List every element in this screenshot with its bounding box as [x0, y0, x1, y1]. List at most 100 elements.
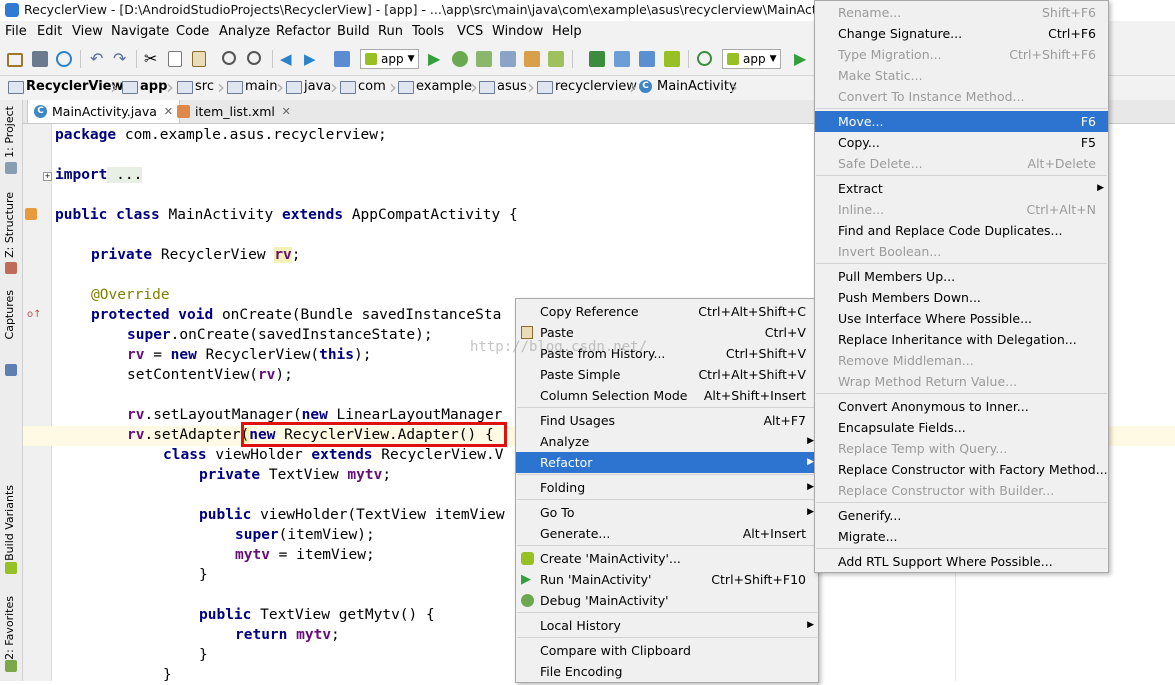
menu-build[interactable]: Build — [337, 24, 370, 39]
menu-generify[interactable]: Generify... — [815, 505, 1108, 526]
tool-tab-favorites[interactable]: 2: Favorites — [3, 596, 19, 660]
breadcrumb-example[interactable]: example — [398, 79, 472, 97]
menu-replace-ctor-builder[interactable]: Replace Constructor with Builder... — [815, 480, 1108, 501]
menu-push-members-down[interactable]: Push Members Down... — [815, 287, 1108, 308]
menu-safe-delete[interactable]: Safe Delete... Alt+Delete — [815, 153, 1108, 174]
menu-help[interactable]: Help — [552, 24, 582, 39]
menu-move[interactable]: Move... F6 — [815, 111, 1108, 132]
run-config-selector[interactable]: app ▼ — [360, 49, 419, 69]
redo-icon[interactable]: ↷ — [113, 51, 129, 67]
paste-icon[interactable] — [192, 51, 206, 67]
open-folder-icon[interactable] — [7, 53, 23, 67]
android-manifest-icon[interactable] — [25, 208, 37, 220]
tool-tab-captures[interactable]: Captures — [3, 290, 19, 339]
menu-copy-reference[interactable]: Copy Reference Ctrl+Alt+Shift+C — [516, 301, 818, 322]
coverage-icon[interactable] — [500, 51, 516, 67]
cut-icon[interactable]: ✂ — [144, 51, 160, 67]
android-device-icon[interactable] — [664, 51, 680, 67]
menu-tools[interactable]: Tools — [412, 24, 444, 39]
menu-copy[interactable]: Copy... F5 — [815, 132, 1108, 153]
find-icon[interactable] — [222, 51, 236, 65]
menu-make-static[interactable]: Make Static... — [815, 65, 1108, 86]
menu-invert-boolean[interactable]: Invert Boolean... — [815, 241, 1108, 262]
menu-run-mainactivity[interactable]: ▶ Run 'MainActivity' Ctrl+Shift+F10 — [516, 569, 818, 590]
menu-generate[interactable]: Generate... Alt+Insert — [516, 523, 818, 544]
copy-icon[interactable] — [168, 51, 182, 67]
profile-icon[interactable] — [524, 51, 540, 67]
close-icon[interactable]: ✕ — [282, 100, 291, 123]
make-project-icon[interactable] — [334, 51, 350, 67]
breadcrumb-java[interactable]: java — [286, 79, 331, 97]
menu-column-selection-mode[interactable]: Column Selection Mode Alt+Shift+Insert — [516, 385, 818, 406]
breadcrumb-recyclerview[interactable]: RecyclerView — [8, 79, 124, 97]
breadcrumb-recyclerview-pkg[interactable]: recyclerview — [537, 79, 637, 97]
menu-analyze[interactable]: Analyze ▶ — [516, 431, 818, 452]
breadcrumb-asus[interactable]: asus — [479, 79, 527, 97]
tool-tab-structure[interactable]: Z: Structure — [3, 192, 19, 258]
menu-add-rtl-support[interactable]: Add RTL Support Where Possible... — [815, 551, 1108, 572]
menu-analyze[interactable]: Analyze — [219, 24, 270, 39]
menu-window[interactable]: Window — [492, 24, 543, 39]
menu-use-interface[interactable]: Use Interface Where Possible... — [815, 308, 1108, 329]
breadcrumb-app[interactable]: app — [122, 79, 167, 97]
menu-inline[interactable]: Inline... Ctrl+Alt+N — [815, 199, 1108, 220]
menu-edit[interactable]: Edit — [37, 24, 62, 39]
menu-run[interactable]: Run — [378, 24, 403, 39]
run-config-selector-2[interactable]: app ▼ — [722, 49, 781, 69]
menu-paste-simple[interactable]: Paste Simple Ctrl+Alt+Shift+V — [516, 364, 818, 385]
menu-code[interactable]: Code — [176, 24, 209, 39]
save-icon[interactable] — [32, 51, 48, 67]
breadcrumb-src[interactable]: src — [177, 79, 214, 97]
tab-mainactivity[interactable]: C MainActivity.java ✕ — [27, 100, 180, 123]
menu-file-encoding[interactable]: File Encoding — [516, 661, 818, 682]
menu-encapsulate-fields[interactable]: Encapsulate Fields... — [815, 417, 1108, 438]
menu-compare-clipboard[interactable]: Compare with Clipboard — [516, 640, 818, 661]
menu-convert-instance-method[interactable]: Convert To Instance Method... — [815, 86, 1108, 107]
breadcrumb-com[interactable]: com — [340, 79, 386, 97]
sync-icon[interactable] — [56, 51, 72, 67]
menu-wrap-method-return[interactable]: Wrap Method Return Value... — [815, 371, 1108, 392]
menu-rename[interactable]: Rename... Shift+F6 — [815, 2, 1108, 23]
menu-remove-middleman[interactable]: Remove Middleman... — [815, 350, 1108, 371]
menu-refactor[interactable]: Refactor — [276, 24, 331, 39]
menu-convert-anonymous[interactable]: Convert Anonymous to Inner... — [815, 396, 1108, 417]
menu-extract[interactable]: Extract ▶ — [815, 178, 1108, 199]
menu-view[interactable]: View — [72, 24, 103, 39]
menu-change-signature[interactable]: Change Signature... Ctrl+F6 — [815, 23, 1108, 44]
breadcrumb-main[interactable]: main — [227, 79, 277, 97]
menu-pull-members-up[interactable]: Pull Members Up... — [815, 266, 1108, 287]
menu-local-history[interactable]: Local History ▶ — [516, 615, 818, 636]
menu-create-config[interactable]: Create 'MainActivity'... — [516, 548, 818, 569]
sdk-manager-icon[interactable] — [614, 51, 630, 67]
menu-replace-inheritance[interactable]: Replace Inheritance with Delegation... — [815, 329, 1108, 350]
replace-icon[interactable] — [247, 51, 261, 65]
attach-debugger-icon[interactable] — [476, 51, 492, 67]
menu-type-migration[interactable]: Type Migration... Ctrl+Shift+F6 — [815, 44, 1108, 65]
override-icon[interactable]: o↑ — [27, 310, 42, 320]
run-icon-2[interactable]: ▶ — [794, 51, 810, 67]
debug-icon[interactable] — [452, 51, 468, 67]
forward-icon[interactable]: ▶ — [304, 51, 320, 67]
undo-icon[interactable]: ↶ — [90, 51, 106, 67]
tool-tab-project[interactable]: 1: Project — [3, 106, 19, 158]
menu-debug-mainactivity[interactable]: Debug 'MainActivity' — [516, 590, 818, 611]
menu-find-usages[interactable]: Find Usages Alt+F7 — [516, 410, 818, 431]
avd-icon[interactable] — [548, 51, 564, 67]
menu-go-to[interactable]: Go To ▶ — [516, 502, 818, 523]
instant-run-icon[interactable] — [697, 51, 712, 66]
breadcrumb-mainactivity[interactable]: C MainActivity — [639, 79, 737, 97]
menu-folding[interactable]: Folding ▶ — [516, 477, 818, 498]
menu-navigate[interactable]: Navigate — [111, 24, 169, 39]
menu-replace-ctor-factory[interactable]: Replace Constructor with Factory Method.… — [815, 459, 1108, 480]
device-monitor-icon[interactable] — [639, 51, 655, 67]
menu-find-replace-duplicates[interactable]: Find and Replace Code Duplicates... — [815, 220, 1108, 241]
back-icon[interactable]: ◀ — [280, 51, 296, 67]
menu-replace-temp[interactable]: Replace Temp with Query... — [815, 438, 1108, 459]
tool-tab-build-variants[interactable]: Build Variants — [3, 485, 19, 561]
run-icon[interactable]: ▶ — [428, 51, 444, 67]
menu-refactor[interactable]: Refactor ▶ — [516, 452, 818, 473]
fold-expand-icon[interactable]: + — [43, 172, 52, 181]
menu-vcs[interactable]: VCS — [457, 24, 483, 39]
menu-file[interactable]: File — [5, 24, 27, 39]
tab-item-list-xml[interactable]: item_list.xml ✕ — [171, 100, 297, 123]
